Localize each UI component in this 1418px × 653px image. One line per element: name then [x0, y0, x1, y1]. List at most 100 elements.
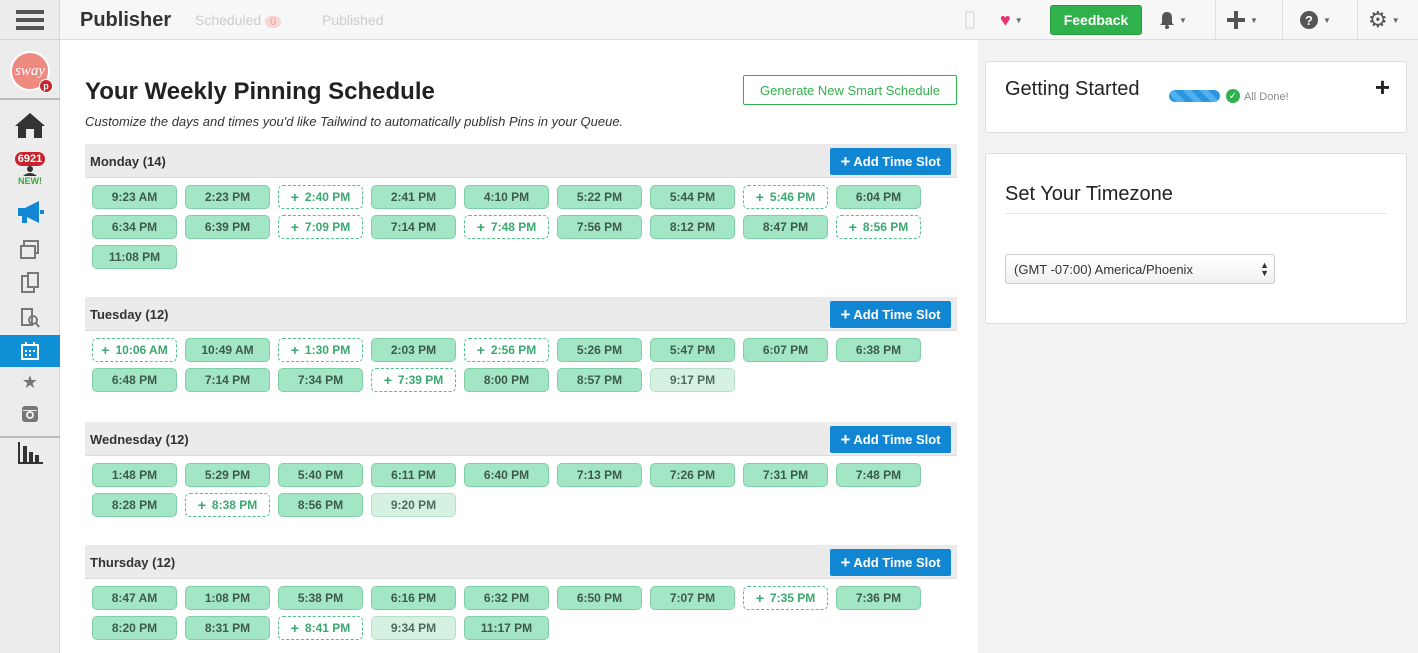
expand-plus-icon[interactable]: +: [1375, 72, 1390, 103]
add-time-slot-button[interactable]: + Add Time Slot: [830, 301, 951, 328]
time-slot-label: 8:56 PM: [862, 220, 909, 234]
time-slot[interactable]: 7:26 PM: [650, 463, 735, 487]
time-slot[interactable]: 9:20 PM: [371, 493, 456, 517]
nav-dashboard[interactable]: [0, 105, 60, 145]
menu-toggle[interactable]: [0, 0, 60, 40]
notifications-menu[interactable]: ▼: [1159, 8, 1187, 32]
time-slot[interactable]: 1:08 PM: [185, 586, 270, 610]
time-slot[interactable]: 8:31 PM: [185, 616, 270, 640]
time-slot[interactable]: 9:17 PM: [650, 368, 735, 392]
time-slot[interactable]: 10:49 AM: [185, 338, 270, 362]
time-slot[interactable]: 8:56 PM: [278, 493, 363, 517]
time-slot[interactable]: 4:10 PM: [464, 185, 549, 209]
create-menu[interactable]: ▼: [1226, 8, 1258, 32]
time-slot[interactable]: 7:48 PM: [836, 463, 921, 487]
notification-count-badge: 6921: [14, 152, 46, 166]
time-slot[interactable]: 5:44 PM: [650, 185, 735, 209]
time-slot[interactable]: 6:38 PM: [836, 338, 921, 362]
nav-analytics[interactable]: [0, 436, 60, 468]
time-slot[interactable]: 8:20 PM: [92, 616, 177, 640]
tab-published[interactable]: Published: [322, 12, 384, 28]
time-slot[interactable]: 8:28 PM: [92, 493, 177, 517]
time-slot[interactable]: 7:07 PM: [650, 586, 735, 610]
time-slot[interactable]: 8:47 AM: [92, 586, 177, 610]
nav-favorites[interactable]: ★: [0, 370, 60, 394]
chevron-down-icon: ▼: [1391, 15, 1400, 25]
page-title: Publisher: [80, 9, 172, 31]
time-slot[interactable]: 8:00 PM: [464, 368, 549, 392]
mobile-icon[interactable]: [965, 8, 975, 32]
nav-instagram[interactable]: [0, 400, 60, 428]
time-slot[interactable]: 6:39 PM: [185, 215, 270, 239]
time-slot[interactable]: 5:29 PM: [185, 463, 270, 487]
time-slot[interactable]: 8:12 PM: [650, 215, 735, 239]
time-slot[interactable]: 2:03 PM: [371, 338, 456, 362]
time-slot[interactable]: 2:23 PM: [185, 185, 270, 209]
nav-schedule[interactable]: [0, 335, 60, 367]
favorites-menu[interactable]: ♥ ▼: [1000, 8, 1023, 32]
empty-time-slot[interactable]: +2:40 PM: [278, 185, 363, 209]
empty-time-slot[interactable]: +10:06 AM: [92, 338, 177, 362]
timezone-select[interactable]: (GMT -07:00) America/Phoenix ▲ ▼: [1005, 254, 1275, 284]
nav-profile-new[interactable]: 6921 NEW!: [0, 148, 60, 190]
time-slot[interactable]: 7:14 PM: [371, 215, 456, 239]
empty-time-slot[interactable]: +8:56 PM: [836, 215, 921, 239]
nav-insights[interactable]: [0, 304, 60, 332]
time-slot[interactable]: 9:23 AM: [92, 185, 177, 209]
empty-time-slot[interactable]: +7:48 PM: [464, 215, 549, 239]
help-menu[interactable]: ? ▼: [1299, 8, 1331, 32]
empty-time-slot[interactable]: +7:09 PM: [278, 215, 363, 239]
add-time-slot-button[interactable]: + Add Time Slot: [830, 549, 951, 576]
add-time-slot-button[interactable]: + Add Time Slot: [830, 148, 951, 175]
time-slot[interactable]: 6:04 PM: [836, 185, 921, 209]
time-slot[interactable]: 7:36 PM: [836, 586, 921, 610]
time-slot[interactable]: 6:50 PM: [557, 586, 642, 610]
time-slot[interactable]: 9:34 PM: [371, 616, 456, 640]
empty-time-slot[interactable]: +8:41 PM: [278, 616, 363, 640]
time-slot[interactable]: 7:14 PM: [185, 368, 270, 392]
empty-time-slot[interactable]: +7:35 PM: [743, 586, 828, 610]
time-slot[interactable]: 7:56 PM: [557, 215, 642, 239]
time-slot[interactable]: 5:26 PM: [557, 338, 642, 362]
time-slot[interactable]: 6:11 PM: [371, 463, 456, 487]
time-slot[interactable]: 11:08 PM: [92, 245, 177, 269]
nav-publisher[interactable]: [0, 193, 60, 231]
time-slot[interactable]: 8:57 PM: [557, 368, 642, 392]
time-slot[interactable]: 11:17 PM: [464, 616, 549, 640]
time-slot[interactable]: 5:22 PM: [557, 185, 642, 209]
time-slot-label: 2:03 PM: [390, 343, 437, 357]
time-slot[interactable]: 7:34 PM: [278, 368, 363, 392]
time-slot[interactable]: 6:07 PM: [743, 338, 828, 362]
empty-time-slot[interactable]: +2:56 PM: [464, 338, 549, 362]
empty-time-slot[interactable]: +1:30 PM: [278, 338, 363, 362]
empty-time-slot[interactable]: +7:39 PM: [371, 368, 456, 392]
settings-menu[interactable]: ⚙ ▼: [1368, 8, 1400, 32]
tab-scheduled[interactable]: Scheduled 0: [195, 12, 282, 28]
time-slot[interactable]: 1:48 PM: [92, 463, 177, 487]
time-slot[interactable]: 6:48 PM: [92, 368, 177, 392]
account-avatar[interactable]: sway p: [0, 44, 60, 100]
time-slot[interactable]: 5:38 PM: [278, 586, 363, 610]
add-time-slot-button[interactable]: + Add Time Slot: [830, 426, 951, 453]
time-slot[interactable]: 6:32 PM: [464, 586, 549, 610]
time-slot-label: 6:32 PM: [483, 591, 530, 605]
time-slot[interactable]: 5:40 PM: [278, 463, 363, 487]
time-slot[interactable]: 2:41 PM: [371, 185, 456, 209]
feedback-button[interactable]: Feedback: [1050, 5, 1142, 35]
time-slot-label: 8:00 PM: [483, 373, 530, 387]
nav-content[interactable]: [0, 236, 60, 264]
plus-icon: +: [848, 219, 857, 235]
plus-icon: +: [755, 590, 764, 606]
time-slot[interactable]: 6:40 PM: [464, 463, 549, 487]
empty-time-slot[interactable]: +8:38 PM: [185, 493, 270, 517]
time-slot[interactable]: 5:47 PM: [650, 338, 735, 362]
time-slot[interactable]: 7:31 PM: [743, 463, 828, 487]
generate-smart-schedule-button[interactable]: Generate New Smart Schedule: [743, 75, 957, 105]
empty-time-slot[interactable]: +5:46 PM: [743, 185, 828, 209]
time-slot[interactable]: 6:16 PM: [371, 586, 456, 610]
time-slot[interactable]: 8:47 PM: [743, 215, 828, 239]
nav-tribes[interactable]: [0, 268, 60, 298]
time-slot-label: 5:47 PM: [669, 343, 716, 357]
time-slot[interactable]: 7:13 PM: [557, 463, 642, 487]
time-slot[interactable]: 6:34 PM: [92, 215, 177, 239]
